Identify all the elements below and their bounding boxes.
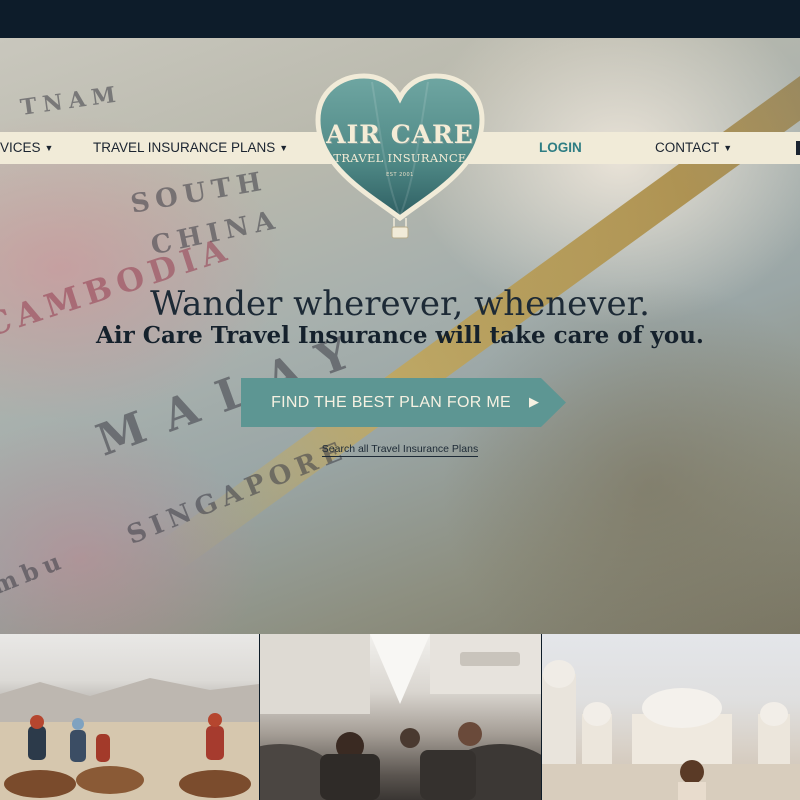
search-link-label: Search all Travel Insurance Plans xyxy=(321,443,479,457)
nav-item-login[interactable]: LOGIN xyxy=(539,132,582,164)
play-arrow-icon: ▶ xyxy=(529,395,539,410)
photo-strip xyxy=(0,634,800,800)
find-best-plan-button[interactable]: FIND THE BEST PLAN FOR ME ▶ xyxy=(241,378,566,427)
top-bar xyxy=(0,0,800,38)
caret-down-icon: ▼ xyxy=(44,143,54,153)
nav-item-travel-insurance-plans[interactable]: TRAVEL INSURANCE PLANS ▼ xyxy=(93,132,288,164)
airplane-cabin-photo xyxy=(260,634,541,800)
map-label: mbu xyxy=(0,544,71,601)
hero-headline: Wander wherever, whenever. xyxy=(150,284,650,324)
caret-down-icon: ▼ xyxy=(279,143,289,153)
nav-item-services[interactable]: VICES ▼ xyxy=(0,132,53,164)
palace-photo xyxy=(542,634,800,800)
logo-title: AIR CARE xyxy=(326,120,474,149)
nav-item-label: TRAVEL INSURANCE PLANS xyxy=(93,140,276,155)
map-label: TNAM xyxy=(18,81,124,121)
logo-established: EST 2001 xyxy=(386,172,414,178)
logo-subtitle: TRAVEL INSURANCE xyxy=(333,151,467,165)
nav-item-cutoff xyxy=(796,141,800,155)
nav-item-label: CONTACT xyxy=(655,140,720,155)
nav-item-label: LOGIN xyxy=(539,140,582,155)
nav-item-label: VICES xyxy=(0,140,41,155)
camel-caravan-photo xyxy=(0,634,259,800)
desert-scene xyxy=(0,678,259,800)
search-all-plans-link[interactable]: Search all Travel Insurance Plans xyxy=(0,443,800,457)
cabin-scene xyxy=(260,634,541,800)
nav-item-contact[interactable]: CONTACT ▼ xyxy=(655,132,732,164)
palace-scene xyxy=(542,660,800,800)
hero-subheadline: Air Care Travel Insurance will take care… xyxy=(96,322,704,349)
caret-down-icon: ▼ xyxy=(723,143,733,153)
cta-label: FIND THE BEST PLAN FOR ME xyxy=(271,394,511,411)
air-care-logo[interactable]: AIR CARE TRAVEL INSURANCE EST 2001 xyxy=(312,72,488,242)
